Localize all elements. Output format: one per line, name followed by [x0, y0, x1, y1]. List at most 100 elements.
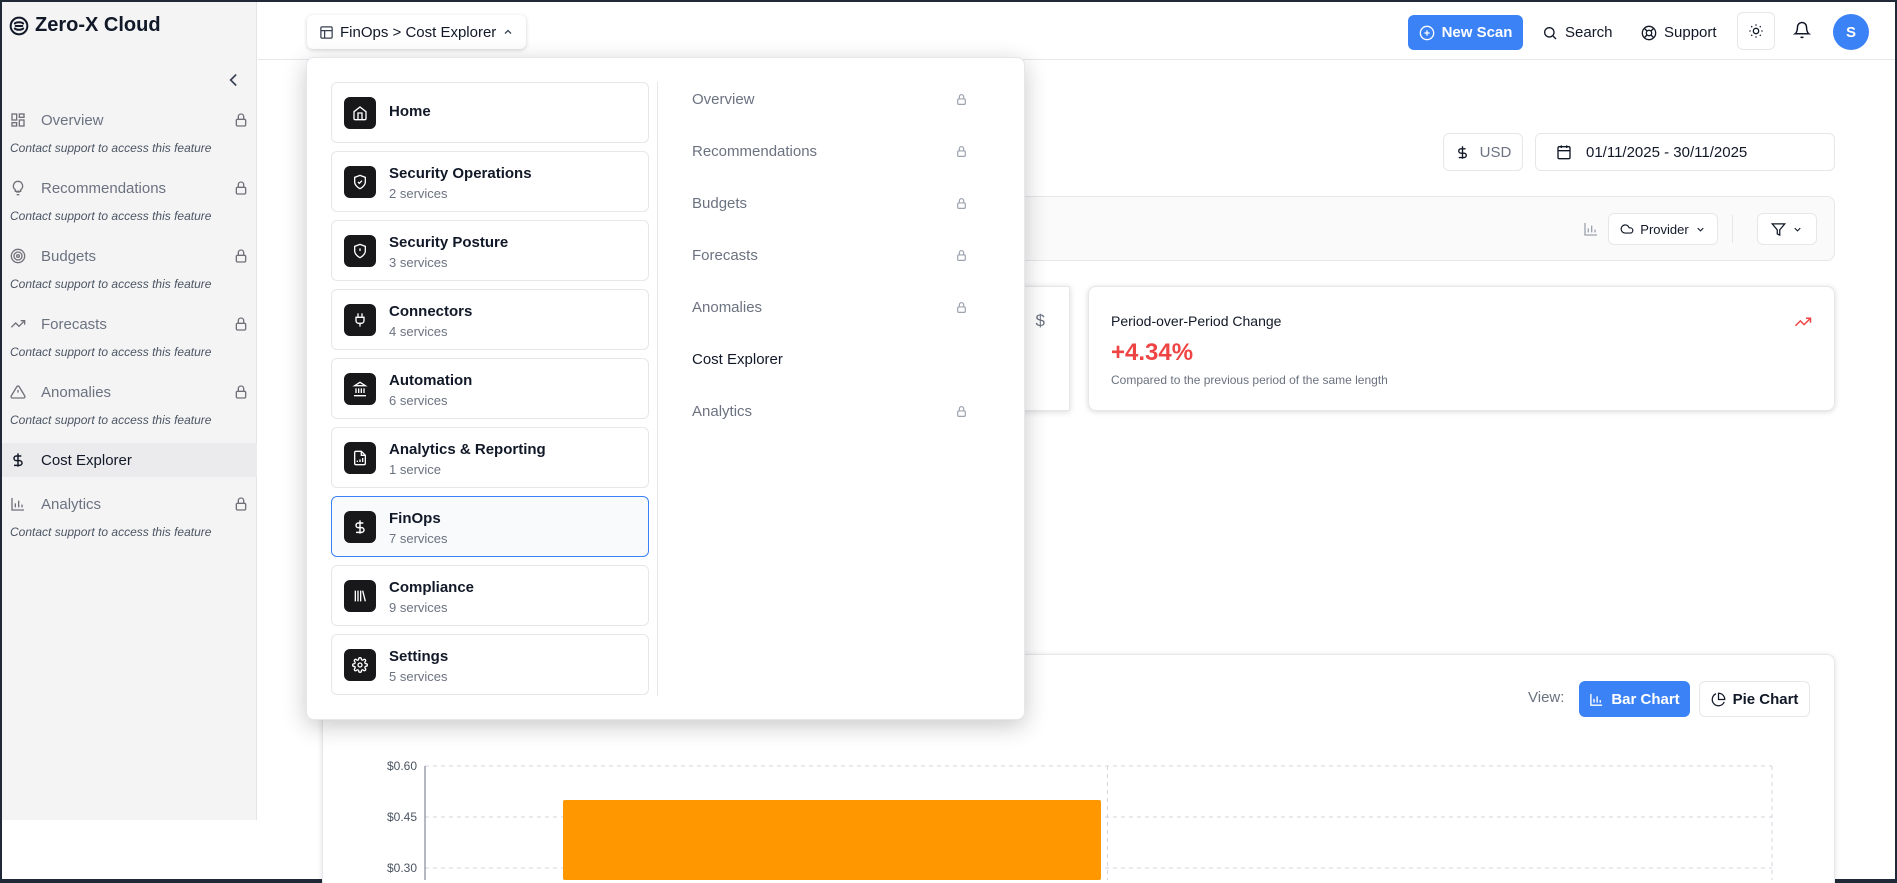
bar-chart-toggle[interactable]: Bar Chart — [1579, 681, 1690, 717]
sidebar-item-note: Contact support to access this feature — [10, 525, 212, 539]
menu-item-analytics[interactable]: Analytics — [686, 385, 996, 437]
brand[interactable]: Zero-X Cloud — [9, 14, 161, 37]
category-compliance[interactable]: Compliance 9 services — [331, 565, 649, 626]
date-range-picker[interactable]: 01/11/2025 - 30/11/2025 — [1535, 133, 1835, 171]
bar-chart-label: Bar Chart — [1611, 690, 1680, 708]
breadcrumb-menu-button[interactable]: FinOps > Cost Explorer — [307, 15, 527, 49]
avatar[interactable]: S — [1833, 14, 1869, 50]
search-button[interactable]: Search — [1542, 15, 1613, 50]
sidebar-item-anomalies[interactable]: Anomalies — [2, 375, 257, 409]
category-name: Security Operations — [389, 165, 532, 182]
sidebar-item-note: Contact support to access this feature — [10, 413, 212, 427]
pie-chart-toggle[interactable]: Pie Chart — [1699, 681, 1810, 717]
view-label: View: — [1528, 689, 1565, 706]
calendar-icon — [1556, 144, 1572, 160]
pie-chart-label: Pie Chart — [1732, 690, 1799, 708]
menu-item-anomalies[interactable]: Anomalies — [686, 281, 996, 333]
gear-icon — [344, 649, 376, 681]
category-security-operations[interactable]: Security Operations 2 services — [331, 151, 649, 212]
menu-item-overview[interactable]: Overview — [686, 73, 996, 125]
plug-icon — [344, 304, 376, 336]
sidebar-item-analytics[interactable]: Analytics — [2, 487, 257, 521]
sidebar-item-note: Contact support to access this feature — [10, 345, 212, 359]
pie-chart-icon — [1711, 692, 1726, 707]
plus-circle-icon — [1419, 25, 1435, 41]
bell-icon[interactable] — [1793, 21, 1813, 41]
lock-icon — [233, 248, 249, 264]
library-icon — [344, 580, 376, 612]
logo-icon — [9, 16, 29, 36]
category-count: 4 services — [389, 324, 448, 339]
menu-item-label: Overview — [692, 90, 755, 108]
chevron-down-icon — [1792, 224, 1803, 235]
menu-item-budgets[interactable]: Budgets — [686, 177, 996, 229]
trending-up-icon — [1794, 313, 1812, 331]
provider-select[interactable]: Provider — [1608, 213, 1718, 245]
bar-chart-icon[interactable] — [1583, 221, 1599, 237]
filter-icon — [1771, 222, 1786, 237]
category-security-posture[interactable]: Security Posture 3 services — [331, 220, 649, 281]
new-scan-button[interactable]: New Scan — [1408, 15, 1523, 50]
category-home[interactable]: Home — [331, 82, 649, 143]
dollar-icon — [344, 511, 376, 543]
category-automation[interactable]: Automation 6 services — [331, 358, 649, 419]
dollar-icon — [1455, 145, 1470, 160]
sidebar-item-budgets[interactable]: Budgets — [2, 239, 257, 273]
sun-icon — [1748, 23, 1764, 39]
currency-select[interactable]: USD — [1443, 133, 1523, 171]
card-subtitle: Compared to the previous period of the s… — [1111, 373, 1388, 387]
menu-item-label: Anomalies — [692, 298, 763, 316]
lock-icon — [955, 405, 968, 418]
provider-label: Provider — [1640, 221, 1689, 237]
currency-label: USD — [1479, 143, 1512, 161]
date-range-label: 01/11/2025 - 30/11/2025 — [1586, 143, 1748, 161]
sidebar-item-recommendations[interactable]: Recommendations — [2, 171, 257, 205]
y-tick-label: $0.30 — [387, 861, 417, 875]
category-analytics-reporting[interactable]: Analytics & Reporting 1 service — [331, 427, 649, 488]
divider — [1732, 215, 1733, 243]
lock-icon — [233, 384, 249, 400]
landmark-icon — [344, 373, 376, 405]
sidebar-item-forecasts[interactable]: Forecasts — [2, 307, 257, 341]
sidebar-item-cost-explorer[interactable]: Cost Explorer — [2, 443, 257, 477]
category-count: 3 services — [389, 255, 448, 270]
period-change-card: Period-over-Period Change +4.34% Compare… — [1088, 286, 1835, 411]
filter-button[interactable] — [1757, 213, 1817, 245]
theme-toggle-button[interactable] — [1737, 12, 1775, 50]
category-name: Home — [389, 103, 431, 120]
bar[interactable] — [563, 800, 1101, 880]
service-list: Overview Recommendations Budgets Forecas… — [686, 73, 996, 437]
category-name: Connectors — [389, 303, 473, 320]
sidebar-item-note: Contact support to access this feature — [10, 141, 212, 155]
sidebar-item-label: Anomalies — [41, 383, 112, 401]
target-icon — [10, 248, 26, 264]
lock-icon — [233, 180, 249, 196]
category-count: 7 services — [389, 531, 448, 546]
sidebar-collapse-button[interactable] — [224, 70, 244, 90]
sidebar-item-overview[interactable]: Overview — [2, 103, 257, 137]
chevron-down-icon — [1695, 224, 1706, 235]
breadcrumb: FinOps > Cost Explorer — [340, 23, 497, 41]
sidebar: Zero-X Cloud Overview Contact support to… — [2, 2, 257, 820]
lightbulb-icon — [10, 180, 26, 196]
lock-icon — [233, 316, 249, 332]
sidebar-item-label: Budgets — [41, 247, 97, 265]
category-count: 9 services — [389, 600, 448, 615]
support-button[interactable]: Support — [1641, 15, 1717, 50]
card-title: Period-over-Period Change — [1111, 313, 1282, 329]
category-connectors[interactable]: Connectors 4 services — [331, 289, 649, 350]
new-scan-label: New Scan — [1441, 24, 1513, 41]
category-settings[interactable]: Settings 5 services — [331, 634, 649, 695]
menu-item-forecasts[interactable]: Forecasts — [686, 229, 996, 281]
lock-icon — [955, 145, 968, 158]
lock-icon — [955, 93, 968, 106]
menu-item-label: Analytics — [692, 402, 753, 420]
sidebar-item-note: Contact support to access this feature — [10, 209, 212, 223]
navigation-dropdown: Home Security Operations 2 services Secu… — [306, 57, 1025, 720]
sidebar-item-label: Overview — [41, 111, 104, 129]
category-finops[interactable]: FinOps 7 services — [331, 496, 649, 557]
menu-item-recommendations[interactable]: Recommendations — [686, 125, 996, 177]
menu-item-cost-explorer[interactable]: Cost Explorer — [686, 333, 996, 385]
search-label: Search — [1565, 24, 1613, 41]
